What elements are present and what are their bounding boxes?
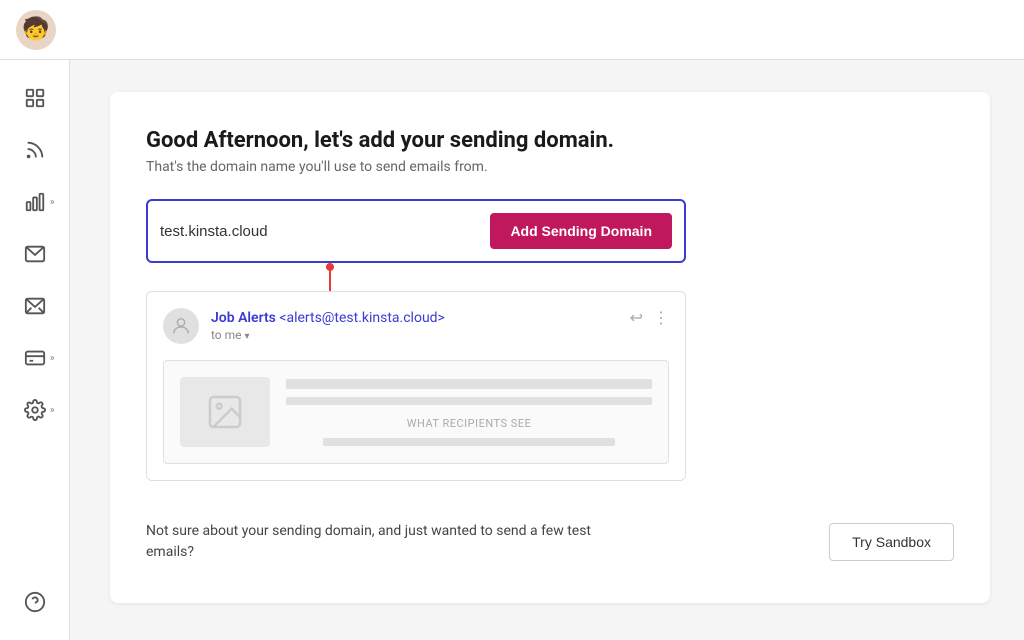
chevron-icon: » — [50, 197, 55, 208]
card-subtitle: That's the domain name you'll use to sen… — [146, 159, 954, 175]
sidebar-item-letter[interactable] — [11, 284, 59, 328]
sidebar-item-dashboard[interactable] — [11, 76, 59, 120]
avatar[interactable]: 🧒 — [16, 10, 56, 50]
main-card: Good Afternoon, let's add your sending d… — [110, 92, 990, 603]
connector-line — [329, 271, 331, 291]
email-sender-info: Job Alerts <alerts@test.kinsta.cloud> to… — [211, 310, 445, 342]
email-header: Job Alerts <alerts@test.kinsta.cloud> to… — [163, 308, 669, 344]
domain-input[interactable] — [160, 223, 478, 240]
email-preview-card: Job Alerts <alerts@test.kinsta.cloud> to… — [146, 291, 686, 481]
email-from: Job Alerts <alerts@test.kinsta.cloud> to… — [163, 308, 445, 344]
sender-email: <alerts@test.kinsta.cloud> — [279, 310, 445, 326]
sidebar: » » » — [0, 60, 70, 640]
content-line-3 — [323, 438, 616, 446]
email-actions: ↩ ⋮ — [630, 308, 669, 327]
sidebar-item-analytics[interactable]: » — [11, 180, 59, 224]
chevron-icon: » — [50, 353, 55, 364]
connector-dot — [326, 263, 334, 271]
sender-name: Job Alerts — [211, 310, 276, 326]
what-recipients-label: WHAT RECIPIENTS SEE — [407, 417, 532, 430]
content-line-2 — [286, 397, 652, 405]
reply-icon[interactable]: ↩ — [630, 308, 643, 327]
email-avatar-icon — [163, 308, 199, 344]
sidebar-item-help[interactable] — [11, 580, 59, 624]
more-options-icon[interactable]: ⋮ — [653, 308, 669, 327]
sidebar-item-billing[interactable]: » — [11, 336, 59, 380]
top-bar: 🧒 — [0, 0, 1024, 60]
card-title: Good Afternoon, let's add your sending d… — [146, 128, 954, 153]
sidebar-bottom — [11, 580, 59, 640]
connector — [146, 263, 686, 291]
content-line-1 — [286, 379, 652, 389]
add-domain-button[interactable]: Add Sending Domain — [490, 213, 672, 249]
image-placeholder — [180, 377, 270, 447]
email-body-preview: WHAT RECIPIENTS SEE — [163, 360, 669, 464]
sidebar-item-rss[interactable] — [11, 128, 59, 172]
main-content: Good Afternoon, let's add your sending d… — [70, 60, 1024, 640]
bottom-section: Not sure about your sending domain, and … — [146, 513, 954, 563]
sidebar-item-mail[interactable] — [11, 232, 59, 276]
email-to-line: to me ▾ — [211, 328, 445, 342]
email-sender-line: Job Alerts <alerts@test.kinsta.cloud> — [211, 310, 445, 326]
email-body-lines: WHAT RECIPIENTS SEE — [286, 379, 652, 446]
try-sandbox-button[interactable]: Try Sandbox — [829, 523, 954, 561]
sidebar-item-settings[interactable]: » — [11, 388, 59, 432]
chevron-icon: » — [50, 405, 55, 416]
sandbox-description: Not sure about your sending domain, and … — [146, 521, 626, 563]
chevron-down-icon: ▾ — [245, 331, 250, 342]
domain-input-box: Add Sending Domain — [146, 199, 686, 263]
